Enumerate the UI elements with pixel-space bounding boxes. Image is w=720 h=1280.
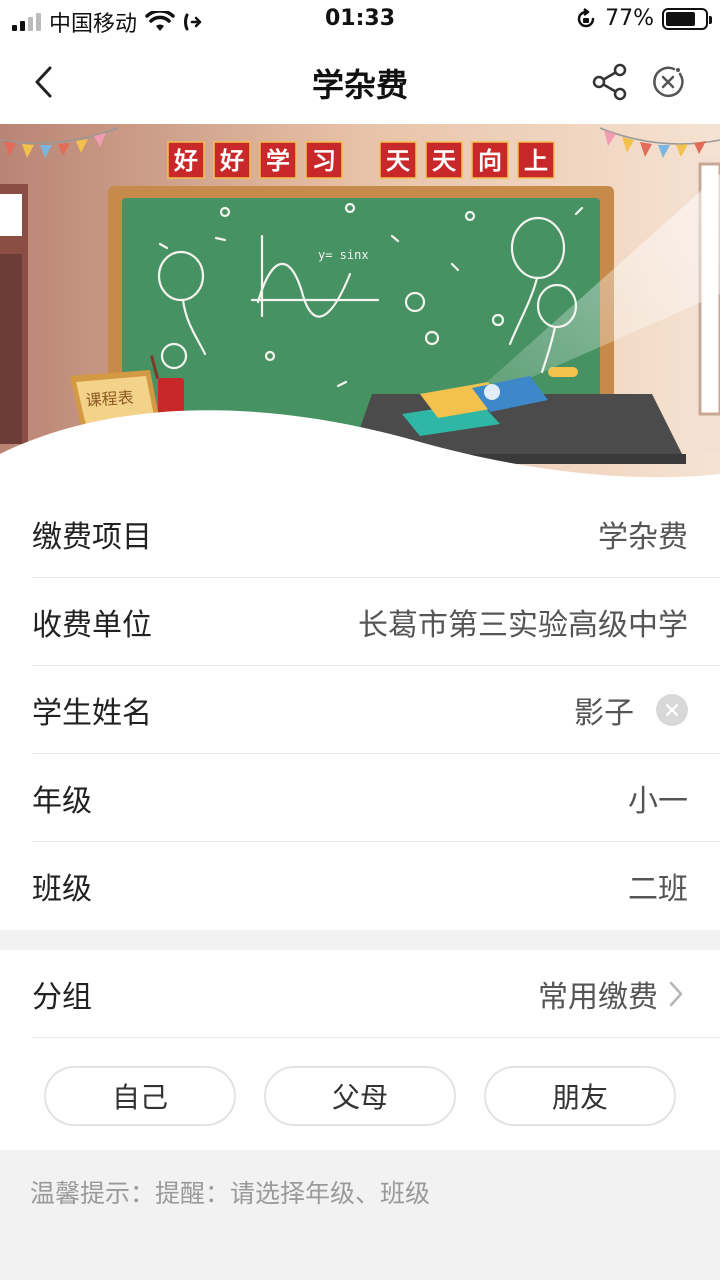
payment-item-value: 学杂费 <box>598 520 688 555</box>
row-grade[interactable]: 年级 小一 <box>0 754 720 842</box>
group-options: 自己 父母 朋友 <box>44 1066 676 1126</box>
share-icon <box>592 63 627 101</box>
class-label: 班级 <box>32 872 92 907</box>
slogan-char: 向 <box>478 147 502 175</box>
student-name-field[interactable]: 影子 <box>574 688 634 732</box>
pencil-cup <box>158 378 184 416</box>
payment-item-label: 缴费项目 <box>32 520 152 555</box>
class-value[interactable]: 二班 <box>628 864 688 908</box>
classroom-illustration: 好好学习天天向上 y= sinx 课程表 <box>0 124 720 490</box>
share-button[interactable] <box>586 58 634 106</box>
nav-bar: 学杂费 <box>0 40 720 124</box>
grade-value[interactable]: 小一 <box>628 776 688 820</box>
clear-icon <box>665 703 679 717</box>
status-bar: 中国移动 01:33 77% <box>0 0 720 40</box>
chevron-right-icon <box>668 980 688 1008</box>
slogan-char: 好 <box>219 147 244 175</box>
battery-percent: 77% <box>605 6 654 31</box>
group-value: 常用缴费 <box>538 980 658 1015</box>
banner-illustration: 好好学习天天向上 y= sinx 课程表 <box>0 124 720 490</box>
row-student-name: 学生姓名 影子 <box>0 666 720 754</box>
student-name-label: 学生姓名 <box>32 696 152 731</box>
payee-unit-value: 长葛市第三实验高级中学 <box>358 608 688 643</box>
group-selector[interactable]: 分组 常用缴费 <box>0 950 720 1038</box>
row-class[interactable]: 班级 二班 <box>0 842 720 930</box>
slogan-char: 好 <box>173 147 198 175</box>
slogan-char: 习 <box>312 147 336 175</box>
svg-text:课程表: 课程表 <box>85 388 134 410</box>
reminder-tip: 温馨提示：提醒：请选择年级、班级 <box>30 1179 431 1208</box>
slogan-char: 天 <box>386 147 410 175</box>
slogan-char: 学 <box>266 147 290 175</box>
battery-icon <box>662 7 712 30</box>
battery-fill <box>666 11 696 26</box>
group-label: 分组 <box>32 980 92 1015</box>
row-payee-unit: 收费单位 长葛市第三实验高级中学 <box>0 578 720 666</box>
section-gap <box>0 930 720 950</box>
slogan-char: 上 <box>524 147 548 175</box>
close-button[interactable] <box>644 58 692 106</box>
grade-label: 年级 <box>32 784 92 819</box>
group-card: 分组 常用缴费 自己 父母 朋友 <box>0 950 720 1150</box>
group-option-friends[interactable]: 朋友 <box>484 1066 676 1126</box>
slogan-char: 天 <box>432 147 456 175</box>
payee-unit-label: 收费单位 <box>32 608 152 643</box>
group-option-self[interactable]: 自己 <box>44 1066 236 1126</box>
close-mini-program-icon <box>653 66 684 98</box>
clear-name-button[interactable] <box>656 694 688 726</box>
rotation-lock-icon <box>577 7 595 27</box>
row-payment-item: 缴费项目 学杂费 <box>0 490 720 578</box>
status-right: 77% <box>575 6 712 31</box>
payment-info-card: 缴费项目 学杂费 收费单位 长葛市第三实验高级中学 学生姓名 影子 年级 小一 … <box>0 490 720 930</box>
chalk-formula: y= sinx <box>318 248 369 262</box>
group-option-parents[interactable]: 父母 <box>264 1066 456 1126</box>
row-divider <box>32 1037 720 1038</box>
